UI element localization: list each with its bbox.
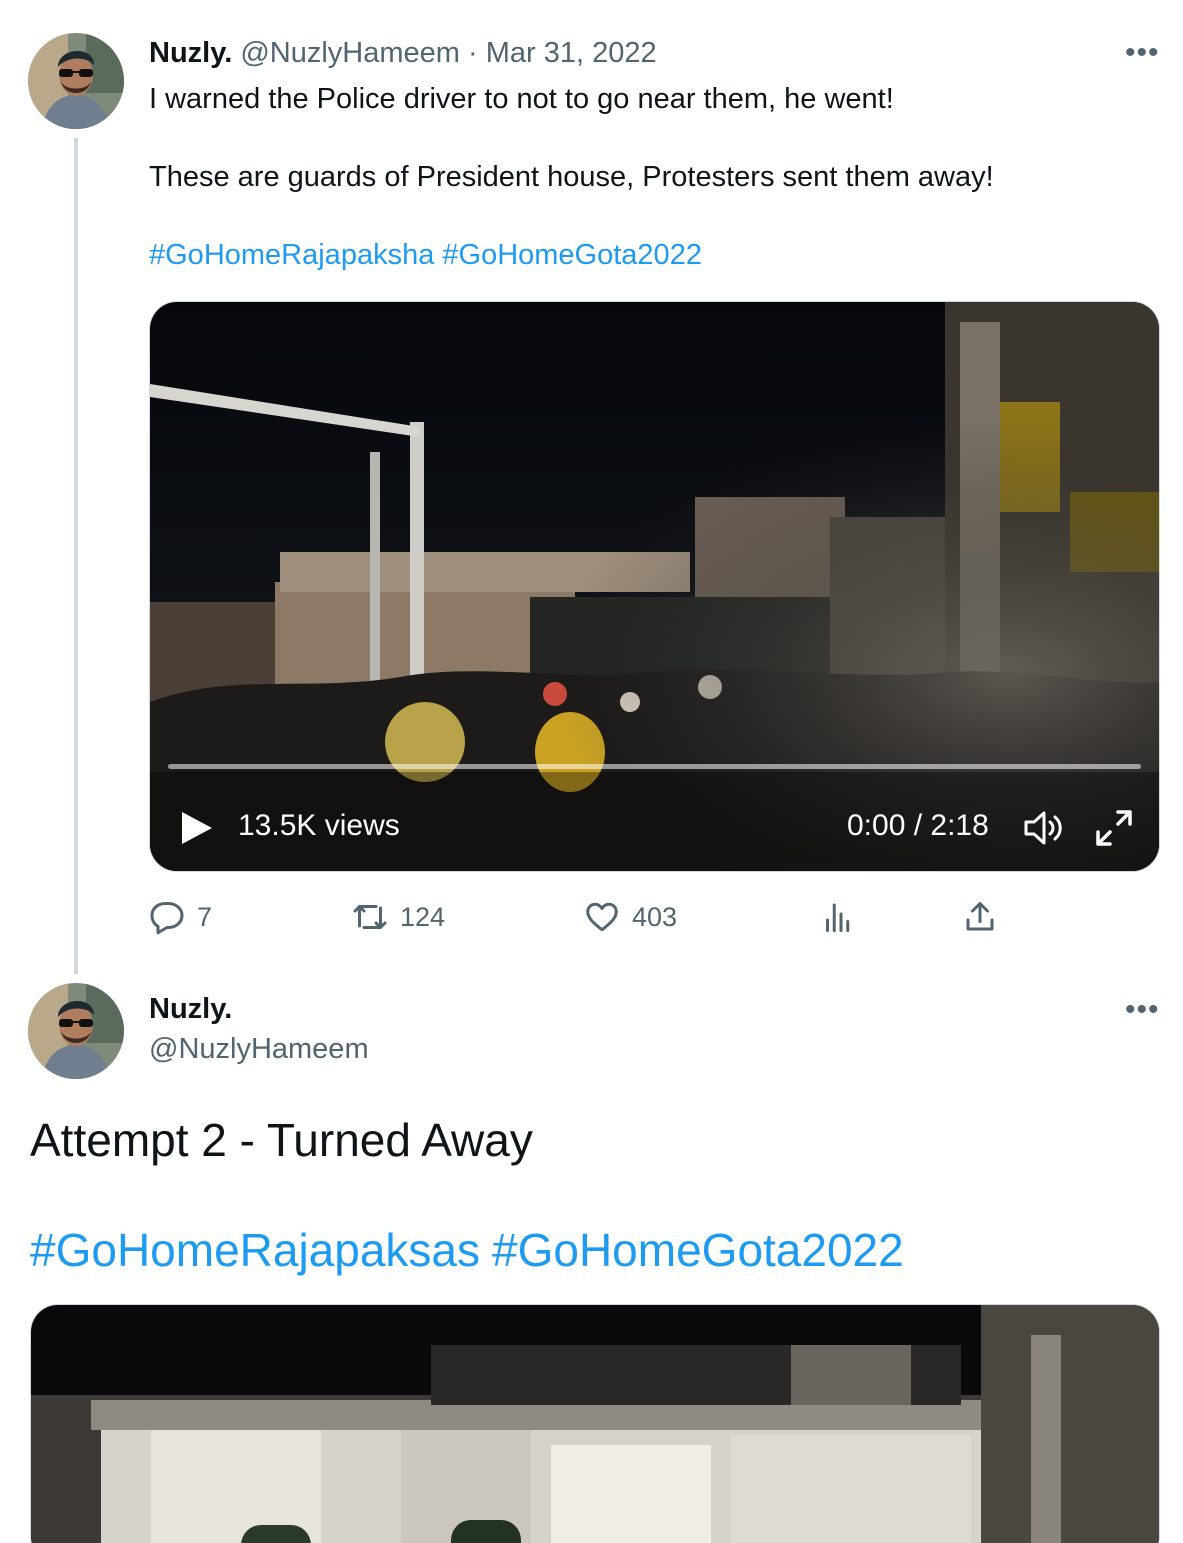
more-horizontal-icon: ••• [1125,36,1160,69]
author-handle[interactable]: @NuzlyHameem [240,37,460,69]
tweet-hashtags: #GoHomeRajapaksas #GoHomeGota2022 [30,1222,904,1278]
retweet-icon [353,905,387,929]
more-options-button[interactable]: ••• [1125,38,1160,68]
hashtag-link[interactable]: #GoHomeRajapaksha [149,239,434,271]
author-avatar[interactable] [28,33,124,129]
fullscreen-button[interactable] [1094,808,1134,848]
tweet-text: I warned the Police driver to not to go … [149,82,1149,316]
retweet-button[interactable]: 124 [352,899,445,935]
video-player[interactable]: 13.5K views 0:00 / 2:18 [149,301,1160,872]
reply-icon [150,902,184,935]
video-frame [31,1305,1159,1543]
video-time: 0:00 / 2:18 [847,809,989,842]
like-button[interactable]: 403 [584,899,677,935]
tweet-actions: 7 124 403 [0,895,1183,939]
video-progress-bar[interactable] [168,764,1141,769]
heart-icon [586,902,618,932]
retweet-count: 124 [400,901,446,932]
author-name[interactable]: Nuzly. [149,37,232,69]
play-icon [182,812,212,844]
tweet-text: Attempt 2 - Turned Away [30,1114,533,1166]
author-name[interactable]: Nuzly. [149,992,232,1026]
author-handle[interactable]: @NuzlyHameem [149,1032,369,1066]
tweet-hashtags: #GoHomeRajapaksha #GoHomeGota2022 [149,238,1149,272]
share-button[interactable] [962,899,998,935]
tweet-paragraph: These are guards of President house, Pro… [149,161,994,193]
volume-button[interactable] [1022,808,1066,848]
header-separator: · [467,37,478,69]
tweet-paragraph: I warned the Police driver to not to go … [149,83,894,115]
thread-connector-line [74,138,78,974]
more-options-button[interactable]: ••• [1125,995,1160,1025]
speaker-icon [1024,811,1062,845]
like-count: 403 [632,901,678,932]
hashtag-link[interactable]: #GoHomeGota2022 [492,1224,904,1276]
views-analytics-button[interactable] [820,899,856,935]
reply-button[interactable]: 7 [149,899,212,935]
video-frame [150,302,1159,871]
more-horizontal-icon: ••• [1125,993,1160,1026]
video-player[interactable] [30,1304,1160,1543]
tweet-date[interactable]: Mar 31, 2022 [486,37,657,69]
share-icon [966,902,994,931]
tweet-header: Nuzly. @NuzlyHameem · Mar 31, 2022 [149,36,657,70]
analytics-icon [826,903,850,932]
avatar-photo [28,983,124,1079]
hashtag-link[interactable]: #GoHomeGota2022 [442,239,702,271]
hashtag-link[interactable]: #GoHomeRajapaksas [30,1224,480,1276]
reply-count: 7 [197,901,213,932]
expand-icon [1096,810,1132,846]
video-view-count: 13.5K views [238,809,400,842]
play-button[interactable] [176,808,216,848]
author-avatar[interactable] [28,983,124,1079]
avatar-photo [28,33,124,129]
